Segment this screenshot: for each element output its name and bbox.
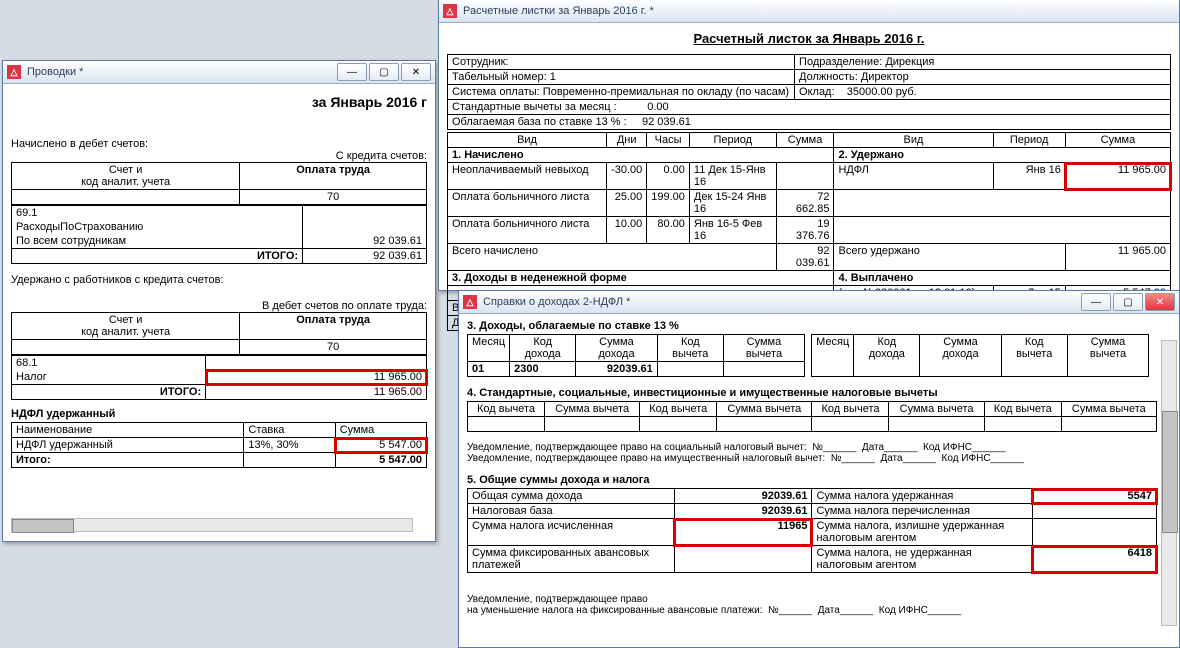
withheld-rows: 68.1 Налог11 965.00 ИТОГО:11 965.00 <box>11 355 427 400</box>
col-pay: Оплата труда <box>240 163 427 190</box>
income-table-left: МесяцКод доходаСумма доходаКод вычетаСум… <box>467 334 805 377</box>
debit-rows: 69.1 РасходыПоСтрахованию По всем сотруд… <box>11 205 427 264</box>
app-icon: △ <box>443 4 457 18</box>
close-button[interactable]: ✕ <box>401 63 431 81</box>
app-icon: △ <box>7 65 21 79</box>
col-account: Счет и код аналит. учета <box>12 163 240 190</box>
withheld-highlight: 5547 <box>1032 489 1156 504</box>
debit-pay-caption: В дебет счетов по оплате труда: <box>11 300 427 312</box>
sec4-title: 4. Стандартные, социальные, инвестиционн… <box>467 387 1157 399</box>
maximize-button[interactable]: ▢ <box>1113 293 1143 311</box>
titlebar-provodki[interactable]: △ Проводки * — ▢ ✕ <box>3 61 435 84</box>
withheld-caption: Удержано с работников с кредита счетов: <box>11 274 427 286</box>
app-icon: △ <box>463 295 477 309</box>
income-table-right: МесяцКод доходаСумма доходаКод вычетаСум… <box>811 334 1149 377</box>
debit-table: Счет и код аналит. учетаОплата труда 70 <box>11 162 427 205</box>
window-title: Расчетные листки за Январь 2016 г. * <box>463 5 1175 17</box>
window-title: Справки о доходах 2-НДФЛ * <box>483 296 1081 308</box>
totals-table: Общая сумма дохода92039.61Сумма налога у… <box>467 488 1157 573</box>
close-button[interactable]: ✕ <box>1145 293 1175 311</box>
ndfl-title: НДФЛ удержанный <box>11 408 427 420</box>
debit-caption: Начислено в дебет счетов: <box>11 138 427 150</box>
vertical-scrollbar[interactable] <box>1161 340 1177 626</box>
ndfl-value-highlight: 5 547.00 <box>335 438 426 453</box>
titlebar-2ndfl[interactable]: △ Справки о доходах 2-НДФЛ * — ▢ ✕ <box>459 291 1179 314</box>
ndfl-sum-highlight: 11 965.00 <box>1065 163 1170 190</box>
employee-info: Сотрудник: Подразделение: Дирекция Табел… <box>447 54 1171 130</box>
calculated-tax-highlight: 11965 <box>674 519 812 546</box>
maximize-button[interactable]: ▢ <box>369 63 399 81</box>
sec5-title: 5. Общие суммы дохода и налога <box>467 474 1157 486</box>
window-title: Проводки * <box>27 66 337 78</box>
window-2ndfl: △ Справки о доходах 2-НДФЛ * — ▢ ✕ 3. До… <box>458 290 1180 648</box>
paysheet-header: Расчетный листок за Январь 2016 г. <box>447 31 1171 46</box>
credit-caption: С кредита счетов: <box>11 150 427 162</box>
minimize-button[interactable]: — <box>337 63 367 81</box>
report-header: за Январь 2016 г <box>11 88 427 116</box>
withheld-table: Счет и код аналит. учетаОплата труда 70 <box>11 312 427 355</box>
sec3-title: 3. Доходы, облагаемые по ставке 13 % <box>467 320 1157 332</box>
ndfl-table: НаименованиеСтавкаСумма НДФЛ удержанный1… <box>11 422 427 468</box>
titlebar-paysheet[interactable]: △ Расчетные листки за Январь 2016 г. * <box>439 0 1179 23</box>
deduction-table: Код вычетаСумма вычетаКод вычетаСумма вы… <box>467 401 1157 432</box>
unwithheld-highlight: 6418 <box>1032 546 1156 573</box>
horizontal-scrollbar[interactable] <box>11 518 413 532</box>
minimize-button[interactable]: — <box>1081 293 1111 311</box>
window-paysheet: △ Расчетные листки за Январь 2016 г. * Р… <box>438 0 1180 291</box>
tax-value-highlight: 11 965.00 <box>206 370 427 385</box>
window-provodki: △ Проводки * — ▢ ✕ за Январь 2016 г Начи… <box>2 60 436 542</box>
